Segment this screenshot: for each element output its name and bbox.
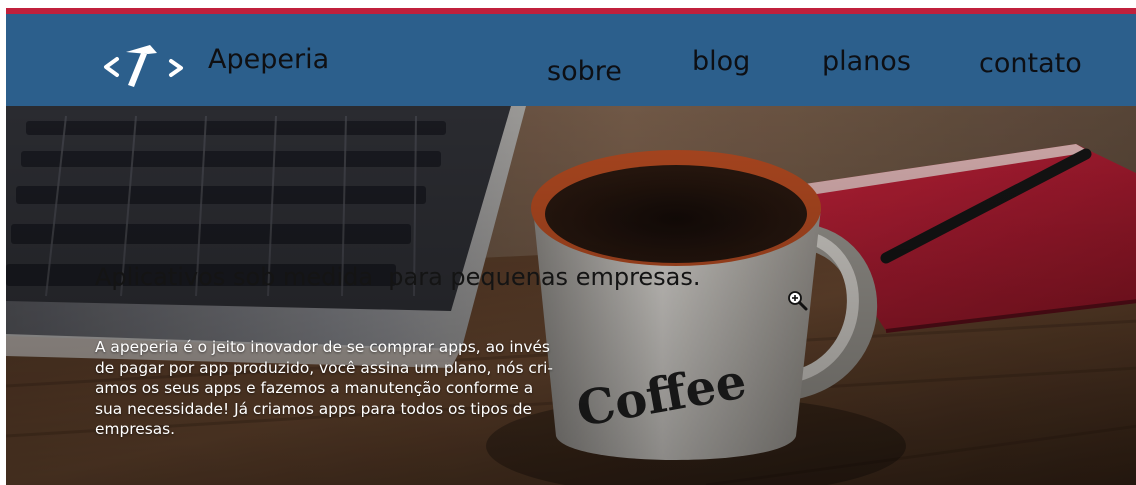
zoom-in-cursor-icon [788, 291, 808, 311]
hero-description-line: A apeperia é o jeito inovador de se comp… [95, 338, 550, 356]
hero-description-line: empresas. [95, 420, 176, 439]
hero-description-line: de pagar por app produzido, você assina … [95, 358, 553, 377]
brand-name[interactable]: Apeperia [208, 44, 329, 75]
hero-section: Coffee Aplicativos sob medida para peque… [6, 106, 1136, 485]
nav-link-contato[interactable]: contato [979, 48, 1082, 79]
code-hammer-icon[interactable] [103, 41, 185, 91]
hero-description: A apeperia é o jeito inovador de se comp… [95, 337, 635, 440]
hero-description-line: sua necessidade! Já criamos apps para to… [95, 399, 532, 418]
nav-link-planos[interactable]: planos [822, 46, 911, 77]
page-frame: Apeperia sobre blog planos contato Aplic… [6, 8, 1136, 485]
hero-description-line: amos os seus apps e fazemos a manutenção… [95, 379, 534, 398]
top-navbar: Apeperia sobre blog planos contato [6, 14, 1136, 106]
hero-headline: Aplicativos sob medida para pequenas emp… [95, 263, 701, 291]
nav-link-sobre[interactable]: sobre [547, 56, 622, 87]
nav-link-blog[interactable]: blog [692, 46, 750, 77]
